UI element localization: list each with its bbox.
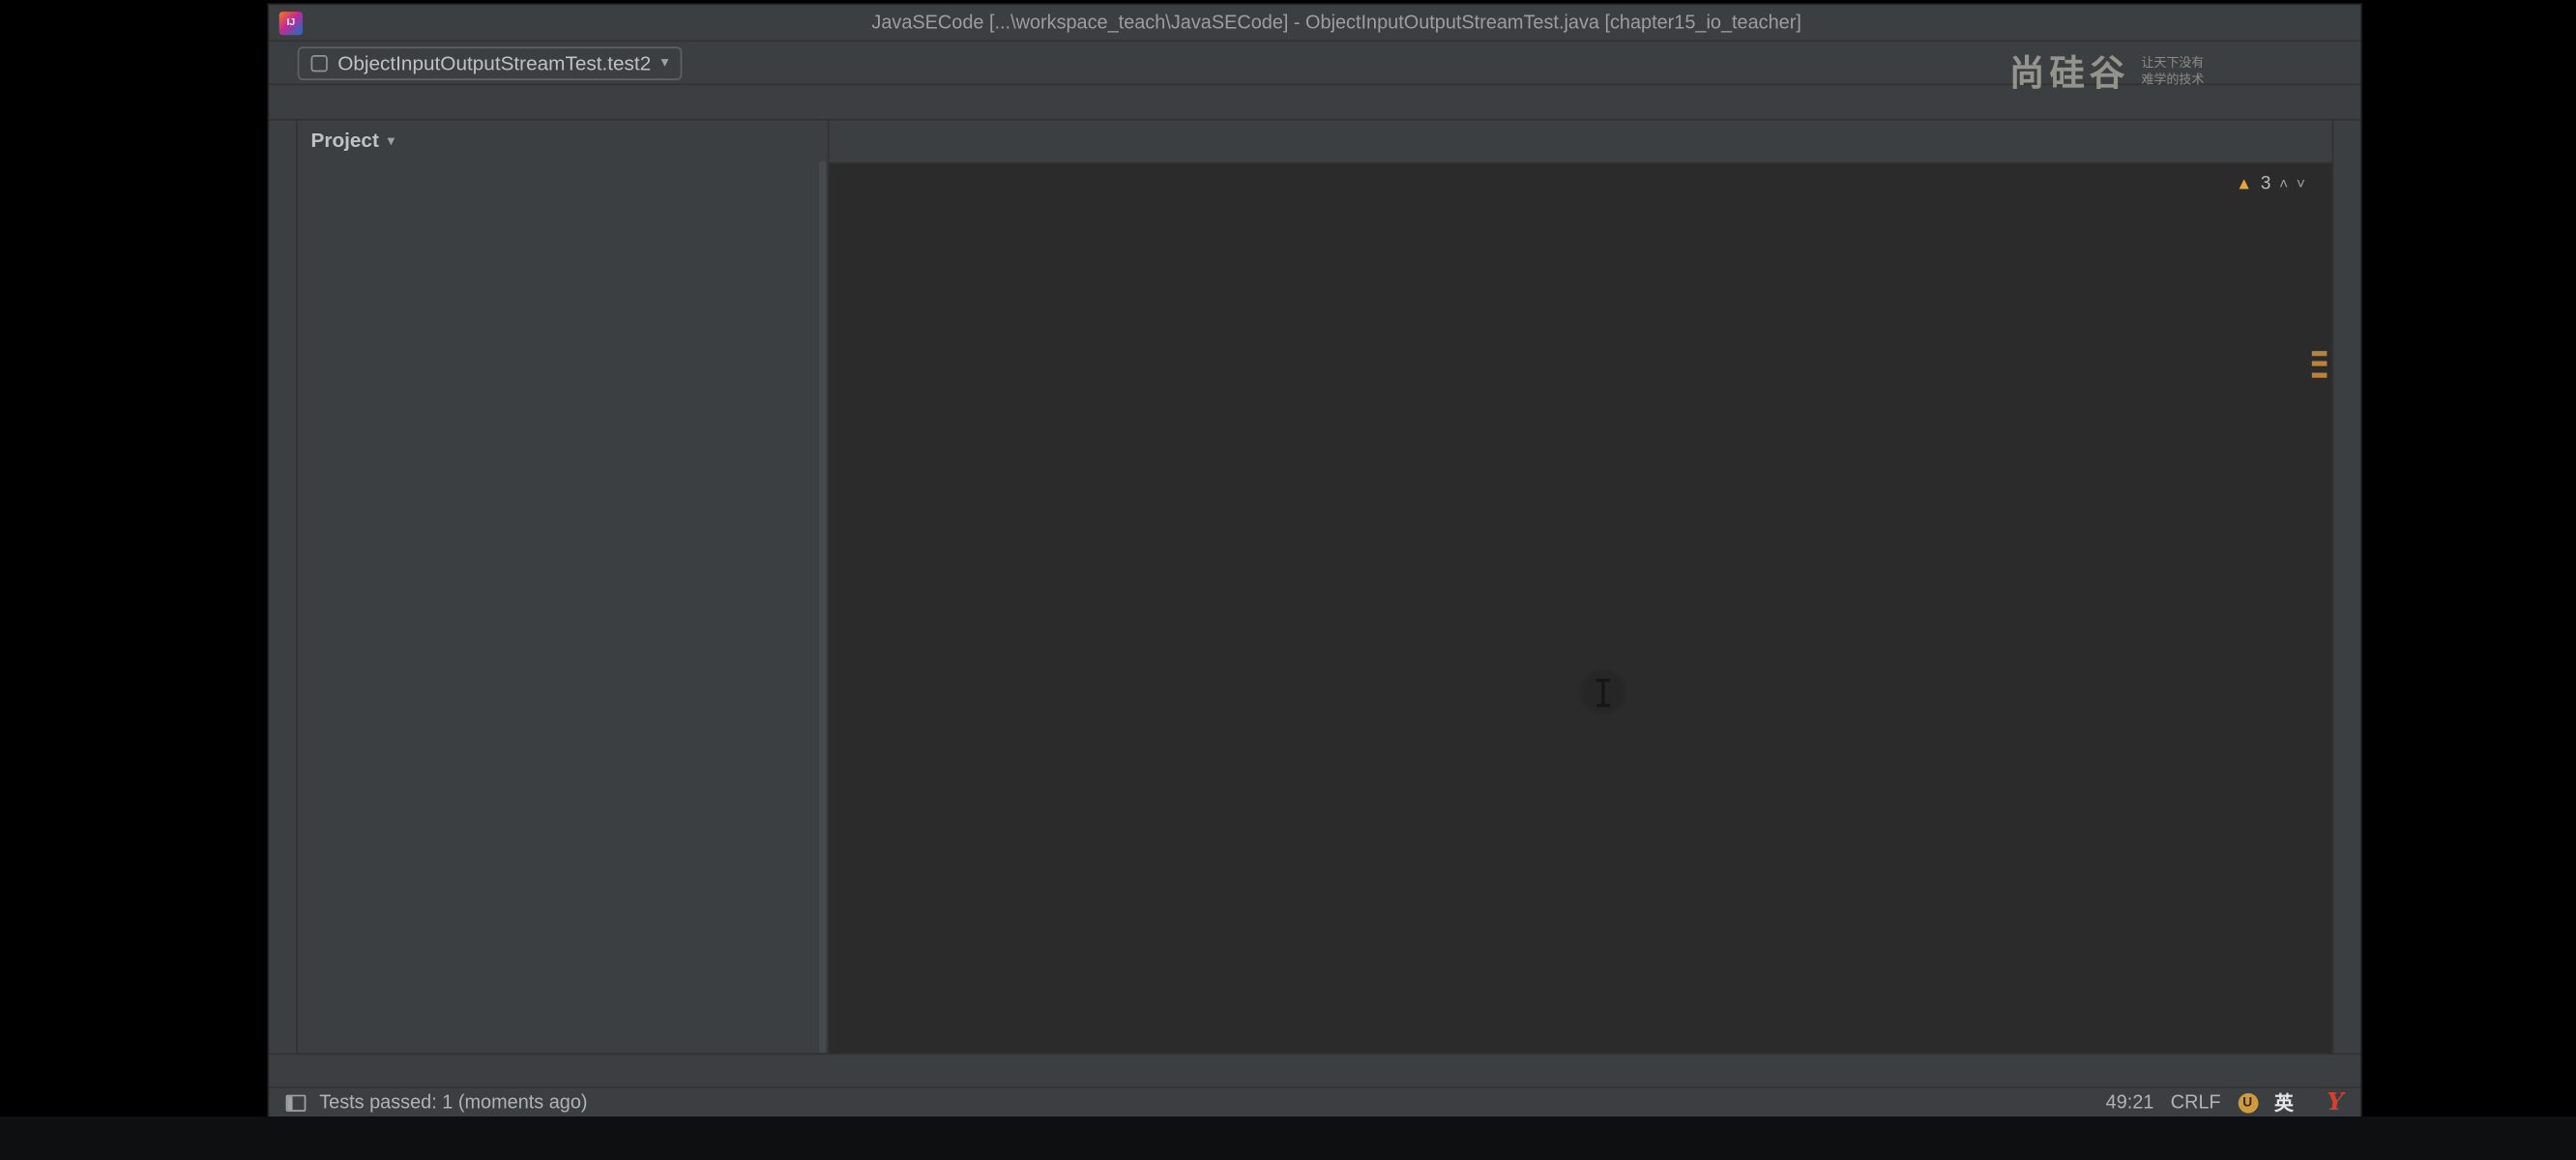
run-configuration-icon: [311, 54, 328, 71]
chevron-down-icon: ▾: [661, 53, 669, 72]
toolwindows-toggle-icon[interactable]: [286, 1094, 307, 1111]
run-configuration-value: ObjectInputOutputStreamTest.test2: [337, 51, 651, 74]
scrollbar-mark: [2312, 373, 2327, 377]
intellij-logo-icon: [279, 11, 303, 34]
desktop-screen: JavaSECode [...\workspace_teach\JavaSECo…: [0, 0, 2576, 671]
windows-taskbar: [0, 1116, 2576, 1160]
atguigu-logo: Y: [2327, 1089, 2343, 1116]
project-panel-title[interactable]: Project: [311, 129, 379, 152]
line-ending[interactable]: CRLF: [2171, 1092, 2221, 1113]
chevron-down-icon[interactable]: ▾: [388, 131, 395, 150]
project-tool-window: Project ▾: [298, 120, 830, 1053]
chevron-up-icon[interactable]: ˄: [2279, 176, 2288, 192]
warning-icon: ▲: [2236, 175, 2252, 193]
scrollbar-mark: [2312, 361, 2327, 364]
window-title: JavaSECode [...\workspace_teach\JavaSECo…: [312, 13, 2360, 33]
title-bar: JavaSECode [...\workspace_teach\JavaSECo…: [269, 5, 2360, 42]
warning-count: 3: [2261, 174, 2271, 194]
project-tree: [298, 160, 828, 1053]
right-tool-stripe: [2332, 120, 2360, 1053]
status-bar: Tests passed: 1 (moments ago) 49:21 CRLF…: [269, 1087, 2360, 1116]
tool-window-bar: [269, 1053, 2360, 1087]
run-configuration-select[interactable]: ObjectInputOutputStreamTest.test2 ▾: [298, 46, 683, 80]
breadcrumb: [269, 85, 2360, 120]
chevron-down-icon[interactable]: ˅: [2297, 176, 2305, 192]
project-panel-header: Project ▾: [298, 120, 828, 160]
code-editor[interactable]: ▲ 3 ˄ ˅: [829, 163, 2331, 1053]
left-tool-stripe: [269, 120, 297, 1053]
editor-tabs: [829, 120, 2331, 163]
ime-indicator[interactable]: 英: [2274, 1089, 2294, 1116]
intellij-window: JavaSECode [...\workspace_teach\JavaSECo…: [269, 5, 2360, 1116]
status-message: Tests passed: 1 (moments ago): [319, 1092, 587, 1113]
status-badge-icon: U: [2238, 1092, 2258, 1113]
caret-position[interactable]: 49:21: [2106, 1092, 2154, 1113]
main-toolbar: ObjectInputOutputStreamTest.test2 ▾: [269, 42, 2360, 85]
tree-scrollbar[interactable]: [819, 160, 826, 1053]
scrollbar-mark: [2312, 351, 2327, 355]
inspections-widget[interactable]: ▲ 3 ˄ ˅: [2236, 174, 2305, 194]
